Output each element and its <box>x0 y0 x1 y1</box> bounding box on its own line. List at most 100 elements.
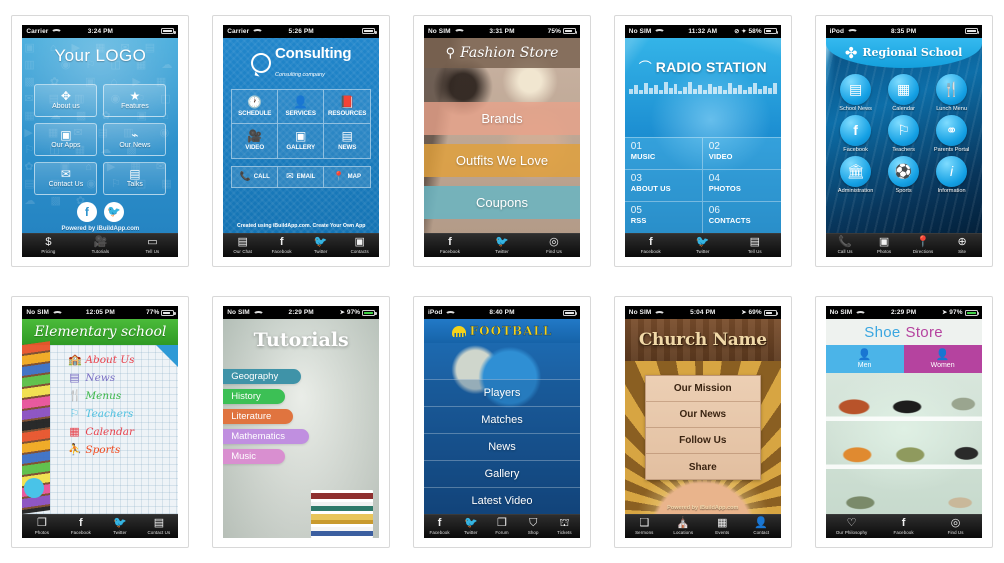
menu-button-contact-us[interactable]: ✉ Contact Us <box>34 161 98 195</box>
action-email[interactable]: ✉ EMAIL <box>278 166 325 187</box>
menu-item-sports[interactable]: ⛹ Sports <box>68 443 178 456</box>
tab-tell-us[interactable]: ▭ Tell Us <box>126 236 178 254</box>
tab-tell-us[interactable]: ▤ Tell Us <box>729 236 781 254</box>
tab-find-us[interactable]: ◎ Find Us <box>930 518 982 536</box>
template-card-tutorials[interactable]: No SIM 2:29 PM ➤ 97% Tutorials Geography … <box>201 282 402 563</box>
tab-our-chat[interactable]: ▤ Our Chat <box>223 236 262 254</box>
twitter-icon[interactable]: 🐦 <box>103 201 124 222</box>
menu-button-facebook[interactable]: f Facebook <box>832 114 880 153</box>
menu-button-information[interactable]: i Information <box>928 155 976 194</box>
tab-site[interactable]: ⊕ Site <box>943 236 982 254</box>
menu-button-schedule[interactable]: 🕐 SCHEDULE <box>232 89 279 124</box>
tab-facebook[interactable]: f Facebook <box>262 236 301 254</box>
menu-button-calendar[interactable]: ▦ Calendar <box>880 73 928 112</box>
menu-button-video[interactable]: 🎥 VIDEO <box>232 123 279 158</box>
tab-twitter[interactable]: 🐦 Twitter <box>455 518 486 536</box>
menu-item-our-mission[interactable]: Our Mission <box>645 376 760 403</box>
tab-photos[interactable]: ❐ Photos <box>22 518 61 536</box>
menu-item-players[interactable]: Players <box>423 379 580 407</box>
menu-item-calendar[interactable]: ▦ Calendar <box>68 425 178 438</box>
segment-women[interactable]: 👤 Women <box>903 345 982 374</box>
tab-find-us[interactable]: ◎ Find Us <box>528 236 580 254</box>
menu-item-matches[interactable]: Matches <box>423 406 580 434</box>
menu-button-coupons[interactable]: Coupons <box>423 185 580 219</box>
menu-button-brands[interactable]: Brands <box>423 101 580 135</box>
tab-contact-us[interactable]: ▤ Contact Us <box>139 518 178 536</box>
menu-item-music[interactable]: Music <box>223 449 286 465</box>
menu-item-mathematics[interactable]: Mathematics <box>223 429 310 445</box>
menu-button-our-apps[interactable]: ▣ Our Apps <box>34 122 98 156</box>
menu-cell-photos[interactable]: 04 PHOTOS <box>702 168 781 201</box>
menu-button-sports[interactable]: ⚽ Sports <box>880 155 928 194</box>
menu-item-news[interactable]: ▤ News <box>68 371 178 384</box>
menu-button-administration[interactable]: 🏛 Administration <box>832 155 880 194</box>
menu-button-lunch-menu[interactable]: 🍴 Lunch Menu <box>928 73 976 112</box>
facebook-icon[interactable]: f <box>76 201 97 222</box>
tab-contacts[interactable]: ▣ Contacts <box>340 236 379 254</box>
menu-cell-contacts[interactable]: 06 CONTACTS <box>702 200 781 233</box>
menu-item-menus[interactable]: 🍴 Menus <box>68 389 178 402</box>
menu-button-about-us[interactable]: ✥ About us <box>34 83 98 117</box>
menu-item-share[interactable]: Share <box>646 454 760 480</box>
tab-our-philosophy[interactable]: ♡ Our Philosophy <box>826 518 878 536</box>
menu-item-our-news[interactable]: Our News <box>645 402 760 429</box>
menu-cell-music[interactable]: 01 MUSIC <box>624 136 703 169</box>
menu-cell-video[interactable]: 02 VIDEO <box>702 136 781 169</box>
tab-twitter[interactable]: 🐦 Twitter <box>301 236 340 254</box>
tab-facebook[interactable]: f Facebook <box>424 236 476 254</box>
menu-button-gallery[interactable]: ▣ GALLERY <box>278 123 325 158</box>
tab-call-us[interactable]: 📞 Call Us <box>826 236 865 254</box>
menu-item-teachers[interactable]: ⚐ Teachers <box>68 407 178 420</box>
menu-item-literature[interactable]: Literature <box>223 409 294 425</box>
menu-item-latest-video[interactable]: Latest Video <box>423 487 580 515</box>
template-card-consulting[interactable]: Carrier 5:26 PM Consulting Consulting co… <box>201 0 402 282</box>
menu-button-school-news[interactable]: ▤ School News <box>832 73 880 112</box>
template-card-fashion-store[interactable]: No SIM 3:31 PM 75% ⚲ Fashion Store Brand… <box>402 0 603 282</box>
menu-cell-about-us[interactable]: 03 ABOUT US <box>624 168 703 201</box>
template-card-regional-school[interactable]: iPod 8:35 PM ✤ Regional School ▤ School N… <box>803 0 1004 282</box>
menu-button-outfits-we-love[interactable]: Outfits We Love <box>423 143 580 177</box>
menu-item-gallery[interactable]: Gallery <box>423 460 580 488</box>
segment-men[interactable]: 👤 Men <box>825 345 904 374</box>
menu-item-history[interactable]: History <box>223 389 286 405</box>
tab-directions[interactable]: 📍 Directions <box>904 236 943 254</box>
menu-item-geography[interactable]: Geography <box>223 369 302 385</box>
tab-contact[interactable]: 👤 Contact <box>742 518 781 536</box>
menu-cell-rss[interactable]: 05 RSS <box>624 200 703 233</box>
tab-facebook[interactable]: f Facebook <box>424 518 455 536</box>
template-card-your-logo[interactable]: Carrier 3:24 PM ▣ ⌂ ▶ ▦ ✉ ▤ ▥ ◉ ⚐ ◫ ▦ ☁ … <box>0 0 201 282</box>
action-call[interactable]: 📞 CALL <box>232 166 279 187</box>
menu-button-teachers[interactable]: ⚐ Teachers <box>880 114 928 153</box>
menu-button-news[interactable]: ▤ NEWS <box>324 124 370 158</box>
template-card-radio-station[interactable]: No SIM 11:32 AM ⊘ ✦ 58% ⌒ RADIO STATION 01… <box>602 0 803 282</box>
menu-button-resources[interactable]: 📕 RESOURCES <box>324 90 371 124</box>
tab-tutorials[interactable]: 🎥 Tutorials <box>74 236 126 254</box>
menu-item-about-us[interactable]: 🏫 About Us <box>68 353 178 366</box>
template-card-shoe-store[interactable]: No SIM 2:29 PM ➤ 97% Shoe Store 👤 Men 👤 Wom… <box>803 282 1004 563</box>
tab-forum[interactable]: ❐ Forum <box>486 518 517 536</box>
menu-button-features[interactable]: ★ Features <box>103 83 167 117</box>
tab-tickets[interactable]: ⛫ Tickets <box>549 518 580 536</box>
action-map[interactable]: 📍 MAP <box>324 167 370 187</box>
template-card-elementary-school[interactable]: No SIM 12:05 PM 77% Elementary school 🏫 A… <box>0 282 201 563</box>
tab-twitter[interactable]: 🐦 Twitter <box>677 236 729 254</box>
tab-shop[interactable]: ⛉ Shop <box>518 518 549 536</box>
tab-facebook[interactable]: f Facebook <box>61 518 100 536</box>
tab-photos[interactable]: ▣ Photos <box>865 236 904 254</box>
tab-facebook[interactable]: f Facebook <box>878 518 930 536</box>
tab-sermons[interactable]: ❑ Sermons <box>625 518 664 536</box>
tab-locations[interactable]: ⛪ Locations <box>664 518 703 536</box>
tab-events[interactable]: ▦ Events <box>703 518 742 536</box>
menu-button-talks[interactable]: ▤ Talks <box>103 161 167 195</box>
template-card-football[interactable]: iPod 8:40 PM FOOTBALL Players Matches Ne… <box>402 282 603 563</box>
tab-pricing[interactable]: $ Pricing <box>22 236 74 254</box>
menu-button-our-news[interactable]: ⌁ Our News <box>103 122 167 156</box>
menu-button-services[interactable]: 👤 SERVICES <box>278 89 325 124</box>
tab-twitter[interactable]: 🐦 Twitter <box>100 518 139 536</box>
template-card-church[interactable]: No SIM 5:04 PM ➤ 69% Church Name Our Miss… <box>602 282 803 563</box>
tab-twitter[interactable]: 🐦 Twitter <box>476 236 528 254</box>
menu-button-parents-portal[interactable]: ⚭ Parents Portal <box>928 114 976 153</box>
menu-item-news[interactable]: News <box>423 433 580 461</box>
menu-item-follow-us[interactable]: Follow Us <box>645 428 760 455</box>
tab-facebook[interactable]: f Facebook <box>625 236 677 254</box>
